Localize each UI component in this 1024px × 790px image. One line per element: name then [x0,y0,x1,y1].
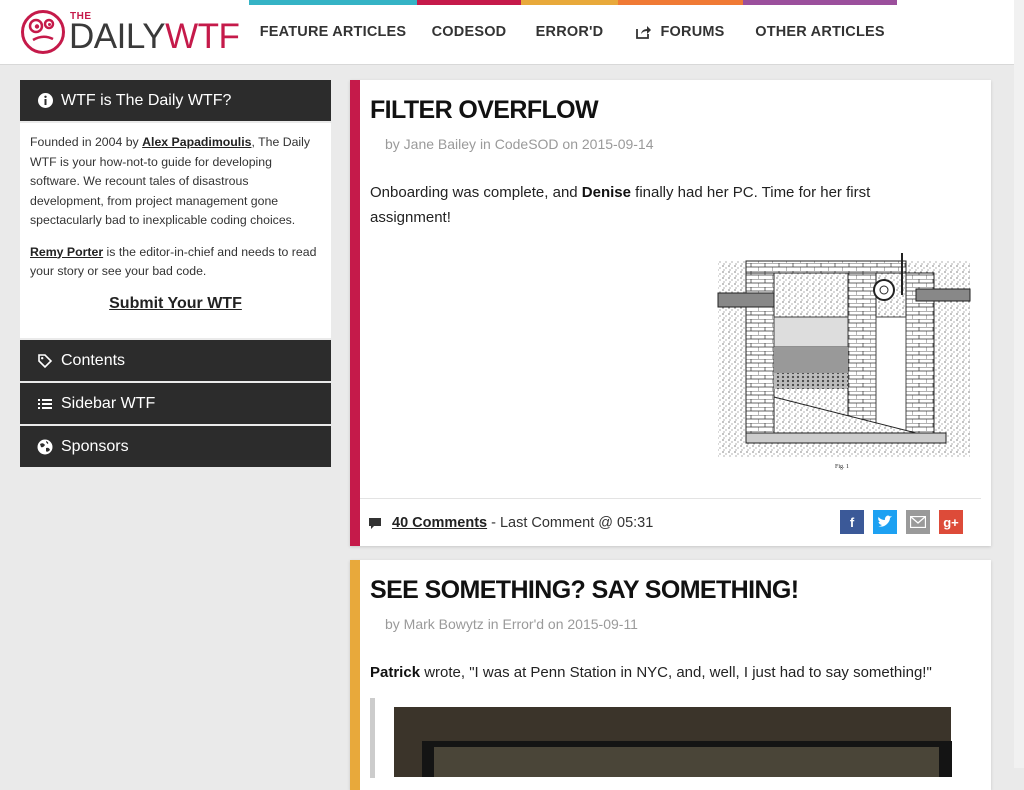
list-icon [37,396,53,412]
summary-name: Denise [581,184,631,201]
editor-link[interactable]: Remy Porter [30,245,103,259]
nav-feature-articles-label: FEATURE ARTICLES [259,24,407,40]
article-footer: 40 Comments - Last Comment @ 05:31 f g+ [360,498,981,547]
about-paragraph-2: Remy Porter is the editor-in-chief and n… [30,243,321,282]
comment-icon [369,517,381,529]
twitter-icon[interactable] [873,510,897,534]
sidebar-item-contents-label: Contents [61,351,126,369]
google-plus-icon[interactable]: g+ [939,510,963,534]
submit-wtf-link[interactable]: Submit Your WTF [30,294,321,314]
nav-errord-label: ERROR'D [535,24,604,40]
article-photo [394,707,952,777]
nav-feature-articles[interactable]: FEATURE ARTICLES [249,0,417,64]
quote-bar [370,698,375,778]
globe-icon [37,439,53,455]
article-accent-bar [350,80,360,546]
nav-other-articles[interactable]: OTHER ARTICLES [743,0,897,64]
sidebar-about-header[interactable]: WTF is The Daily WTF? [20,80,331,121]
comments-link[interactable]: 40 Comments [392,515,487,531]
last-comment-time: - Last Comment @ 05:31 [491,515,654,531]
info-icon [37,93,53,109]
nav-forums-label: FORUMS [660,24,725,40]
share-buttons: f g+ [840,510,963,534]
logo-face-icon [21,10,65,54]
sidebar: WTF is The Daily WTF? Founded in 2004 by… [20,80,331,469]
logo-daily-text: DAILY [69,17,166,56]
nav-other-articles-label: OTHER ARTICLES [755,24,885,40]
site-header: THE DAILYWTF FEATURE ARTICLES CODESOD ER… [0,0,1014,65]
main-nav: FEATURE ARTICLES CODESOD ERROR'D FORUMS … [249,0,897,64]
article-summary: Patrick wrote, "I was at Penn Station in… [370,660,970,685]
summary-text-pre: Onboarding was complete, and [370,184,582,201]
about-p1-prefix: Founded in 2004 by [30,135,143,149]
article-byline: by Jane Bailey in CodeSOD on 2015-09-14 [385,136,654,152]
page-scrollbar[interactable] [1014,0,1024,768]
nav-errord[interactable]: ERROR'D [521,0,618,64]
facebook-glyph: f [849,514,855,530]
site-logo[interactable]: THE DAILYWTF [20,9,240,55]
logo-wtf-text: WTF [165,17,240,56]
article-card: FILTER OVERFLOW by Jane Bailey in CodeSO… [350,80,991,546]
facebook-icon[interactable]: f [840,510,864,534]
sidebar-item-sidebar-wtf[interactable]: Sidebar WTF [20,383,331,424]
tags-icon [37,353,53,369]
article-title[interactable]: SEE SOMETHING? SAY SOMETHING! [370,576,799,605]
google-plus-glyph: g+ [943,514,959,530]
summary-text-post: wrote, "I was at Penn Station in NYC, an… [420,664,932,681]
logo-wordmark: DAILYWTF [69,17,240,56]
article-card: SEE SOMETHING? SAY SOMETHING! by Mark Bo… [350,560,991,790]
article-byline: by Mark Bowytz in Error'd on 2015-09-11 [385,616,638,632]
sidebar-about-body: Founded in 2004 by Alex Papadimoulis, Th… [20,123,331,338]
sidebar-item-sponsors[interactable]: Sponsors [20,426,331,467]
summary-name: Patrick [370,664,421,681]
nav-codesod-label: CODESOD [431,24,507,40]
author-link[interactable]: Alex Papadimoulis [142,135,251,149]
article-accent-bar [350,560,360,790]
sidebar-about-title: WTF is The Daily WTF? [61,91,232,109]
sidebar-item-contents[interactable]: Contents [20,340,331,381]
sidebar-item-sidebar-wtf-label: Sidebar WTF [61,394,156,412]
filter-diagram-image: Fig. 1 [717,253,971,470]
article-summary: Onboarding was complete, and Denise fina… [370,180,930,230]
diagram-figure-caption: Fig. 1 [835,464,849,470]
about-paragraph-1: Founded in 2004 by Alex Papadimoulis, Th… [30,133,321,231]
nav-forums[interactable]: FORUMS [618,0,743,64]
article-title[interactable]: FILTER OVERFLOW [370,96,599,125]
nav-codesod[interactable]: CODESOD [417,0,521,64]
email-icon[interactable] [906,510,930,534]
sidebar-item-sponsors-label: Sponsors [61,437,129,455]
share-icon [636,26,652,39]
